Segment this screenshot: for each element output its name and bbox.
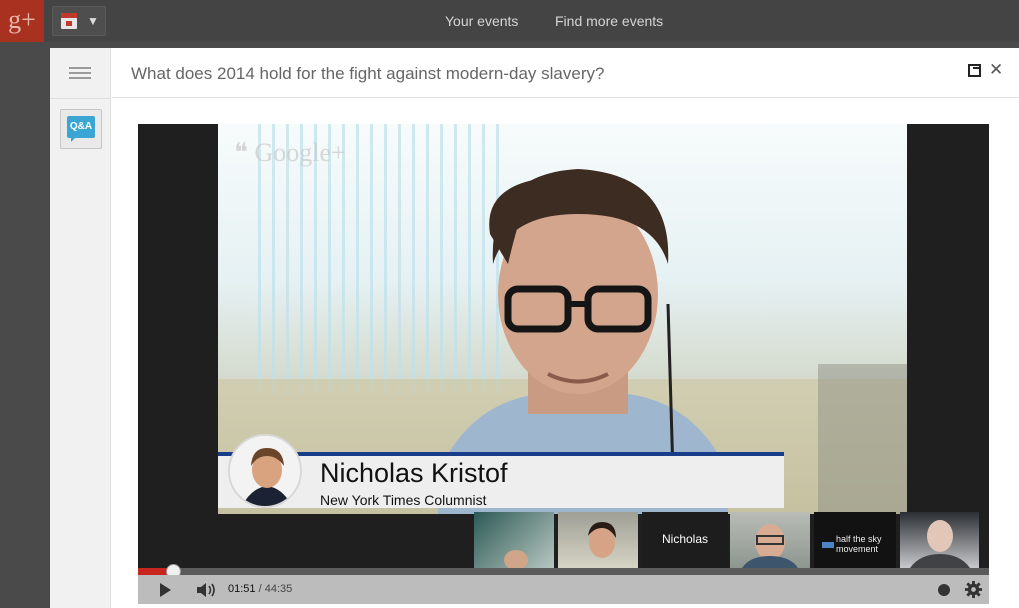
modal-header: What does 2014 hold for the fight agains… xyxy=(112,48,1019,98)
hangout-quote-icon: ❝ xyxy=(234,138,255,167)
nav-your-events[interactable]: Your events xyxy=(445,13,518,29)
chevron-down-icon: ▼ xyxy=(87,14,99,28)
top-bar: g+ ▼ Your events Find more events xyxy=(0,0,1019,42)
calendar-icon xyxy=(61,13,77,29)
participant-thumbnail[interactable] xyxy=(900,512,979,568)
qa-button[interactable]: Q&A xyxy=(60,109,102,149)
time-display: 01:51 / 44:35 xyxy=(228,583,293,595)
gear-icon[interactable] xyxy=(964,580,983,599)
event-title: What does 2014 hold for the fight agains… xyxy=(131,64,605,83)
events-menu-button[interactable]: ▼ xyxy=(52,6,106,36)
participant-thumbnail[interactable]: half the sky movement xyxy=(814,512,896,568)
participant-thumbnail[interactable] xyxy=(558,512,638,568)
nav-find-more-events[interactable]: Find more events xyxy=(555,13,663,29)
progress-bar[interactable] xyxy=(138,564,989,579)
participant-name: Nicholas xyxy=(661,532,709,546)
clock-icon[interactable] xyxy=(938,584,950,596)
participant-thumbnails: Nicholas half the sky movement xyxy=(474,512,979,568)
speaker-name: Nicholas Kristof xyxy=(320,458,508,488)
volume-icon[interactable] xyxy=(196,582,218,598)
divider xyxy=(50,98,111,99)
player-controls: 01:51 / 44:35 xyxy=(138,575,989,604)
participant-thumbnail[interactable] xyxy=(730,512,810,568)
speaker-role: New York Times Columnist xyxy=(320,492,487,508)
play-icon[interactable] xyxy=(160,583,171,597)
hangout-watermark: ❝ Google+ xyxy=(234,138,346,167)
current-time: 01:51 xyxy=(228,583,256,595)
video-player[interactable]: ❝ Google+ Nicholas Kristof New York Time… xyxy=(138,124,989,604)
modal-sidebar: Q&A xyxy=(50,48,111,608)
participant-name: half the sky movement xyxy=(836,534,882,554)
close-icon[interactable]: ✕ xyxy=(989,60,1003,80)
menu-icon[interactable] xyxy=(69,67,91,81)
background-shelf xyxy=(818,364,907,514)
popout-icon[interactable] xyxy=(968,64,981,77)
qa-icon: Q&A xyxy=(67,116,95,142)
event-modal: Q&A What does 2014 hold for the fight ag… xyxy=(50,48,1019,608)
speaker-avatar xyxy=(228,434,302,508)
participant-thumbnail[interactable] xyxy=(474,512,554,568)
participant-thumbnail[interactable]: Nicholas xyxy=(642,512,728,568)
google-plus-logo[interactable]: g+ xyxy=(0,0,44,42)
name-lower-third: Nicholas Kristof New York Times Columnis… xyxy=(218,434,784,508)
duration: 44:35 xyxy=(264,583,293,595)
